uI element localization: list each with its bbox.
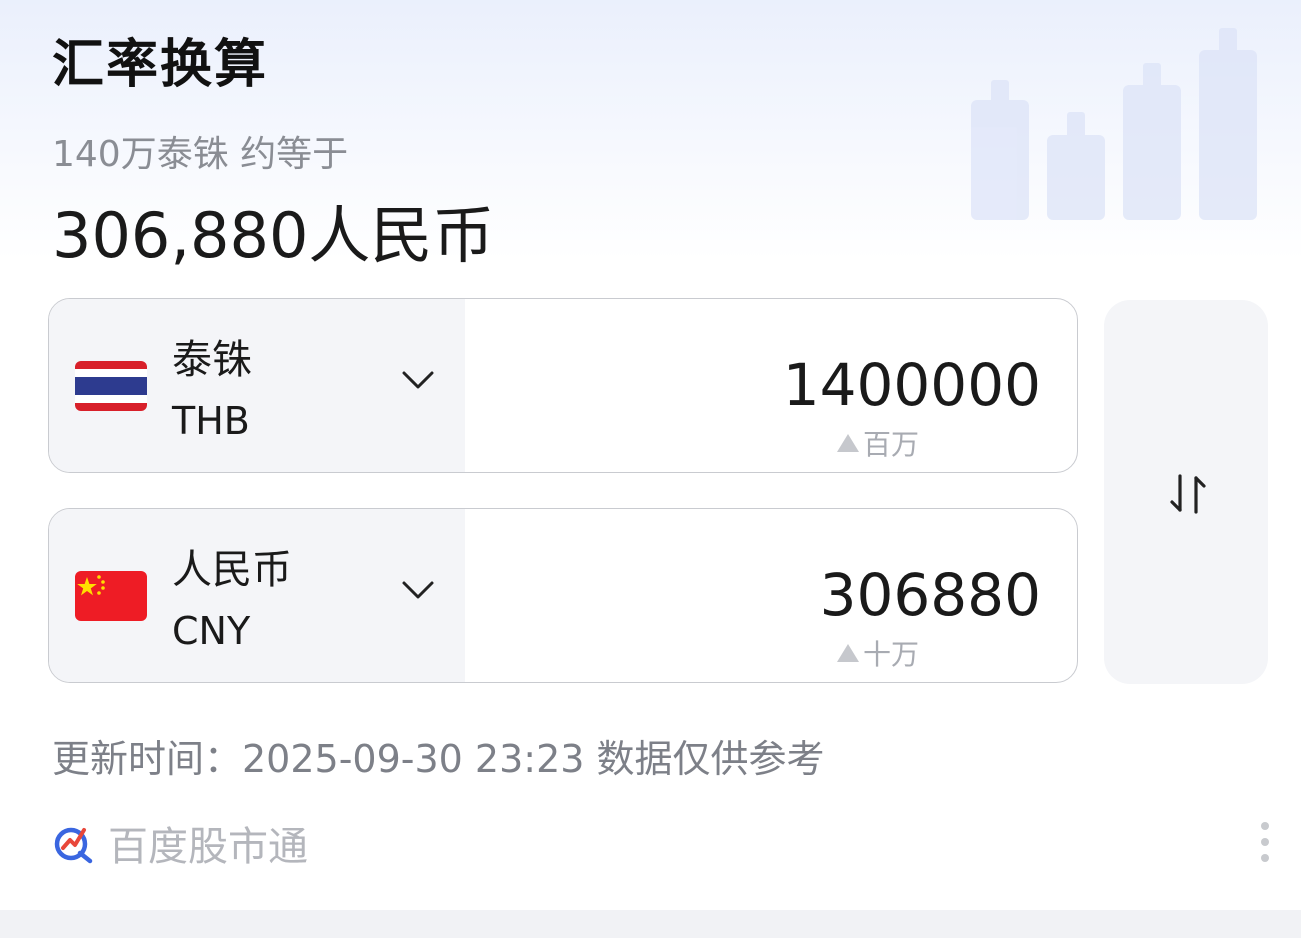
update-time-text: 更新时间：2025-09-30 23:23 数据仅供参考 xyxy=(52,737,825,781)
swap-currencies-button[interactable] xyxy=(1104,300,1268,684)
target-currency-name: 人民币 xyxy=(172,547,292,593)
china-flag-icon xyxy=(75,571,147,621)
conversion-subtitle: 140万泰铢 约等于 xyxy=(52,134,349,175)
footer-source[interactable]: 百度股市通 xyxy=(52,815,308,871)
page-title: 汇率换算 xyxy=(52,35,269,95)
source-unit-hint: 百万 xyxy=(836,423,919,463)
more-vertical-icon[interactable] xyxy=(1258,820,1272,864)
triangle-up-icon xyxy=(836,434,859,452)
target-currency-code: CNY xyxy=(172,609,251,653)
source-amount-input[interactable]: 1400000 xyxy=(783,351,1041,419)
source-currency-selector[interactable]: 泰铢 THB xyxy=(49,299,465,472)
exchange-rate-widget: 汇率换算 140万泰铢 约等于 306,880人民币 泰铢 THB 140000… xyxy=(0,0,1301,938)
chevron-down-icon[interactable] xyxy=(401,579,435,601)
target-unit-hint: 十万 xyxy=(836,633,919,673)
chevron-down-icon[interactable] xyxy=(401,369,435,391)
chart-decoration-icon xyxy=(971,28,1257,220)
target-unit-label: 十万 xyxy=(862,638,919,671)
source-currency-code: THB xyxy=(172,399,250,443)
target-amount-input[interactable]: 306880 xyxy=(820,561,1041,629)
conversion-result: 306,880人民币 xyxy=(52,199,495,272)
target-currency-selector[interactable]: 人民币 CNY xyxy=(49,509,465,682)
source-currency-name: 泰铢 xyxy=(172,337,252,383)
target-currency-row: 人民币 CNY 306880 十万 xyxy=(48,508,1078,683)
brand-logo-icon xyxy=(54,827,93,864)
source-unit-label: 百万 xyxy=(862,428,919,461)
bottom-divider xyxy=(0,910,1301,938)
triangle-up-icon xyxy=(836,644,859,662)
swap-arrows-icon xyxy=(1170,474,1206,514)
source-currency-row: 泰铢 THB 1400000 百万 xyxy=(48,298,1078,473)
footer-brand-text: 百度股市通 xyxy=(108,824,308,870)
thailand-flag-icon xyxy=(75,361,147,411)
